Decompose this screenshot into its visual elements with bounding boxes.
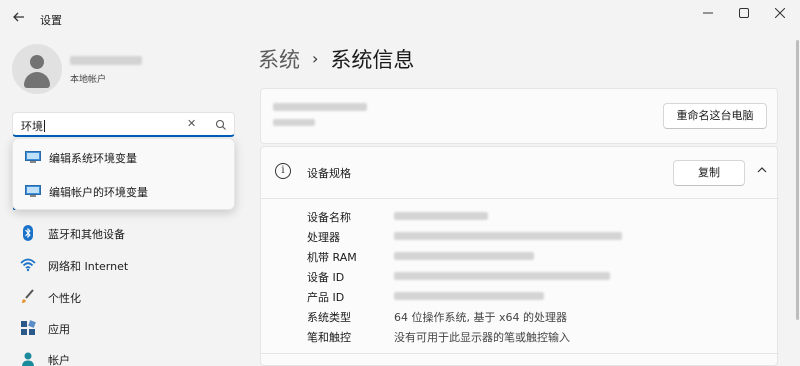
spec-row-processor: 处理器 (307, 227, 777, 247)
scrollbar[interactable] (796, 40, 799, 320)
spec-row-product-id: 产品 ID (307, 287, 777, 307)
breadcrumb-separator: › (312, 49, 319, 68)
rename-pc-button[interactable]: 重命名这台电脑 (663, 103, 767, 129)
system-properties-icon (25, 185, 41, 197)
suggestion-label: 编辑帐户的环境变量 (49, 186, 148, 199)
spec-value: 64 位操作系统, 基于 x64 的处理器 (394, 311, 567, 324)
search-input[interactable]: 环境 ✕ (12, 112, 235, 137)
redacted-value (394, 212, 488, 220)
info-icon: i (275, 163, 291, 179)
spec-key: 设备 ID (307, 271, 345, 284)
specs-header[interactable]: i 设备规格 复制 (261, 147, 779, 199)
redacted-value (394, 252, 534, 260)
spec-row-device-id: 设备 ID (307, 267, 777, 287)
specs-title: 设备规格 (307, 167, 351, 180)
maximize-icon (739, 8, 749, 18)
account-type-label: 本地帐户 (70, 75, 107, 85)
sidebar-item-accounts[interactable]: 帐户 (12, 344, 240, 366)
spec-key: 系统类型 (307, 311, 351, 324)
system-properties-icon (25, 151, 41, 163)
redacted-device-name (273, 103, 367, 111)
page-title: 系统信息 (330, 48, 415, 72)
avatar[interactable] (12, 44, 62, 94)
device-specs-card: i 设备规格 复制 设备名称 处理器 机带 RAM 设备 ID 产品 ID 系统… (260, 146, 779, 366)
avatar-head (30, 55, 44, 69)
spec-value: 没有可用于此显示器的笔或触控输入 (394, 331, 570, 344)
brush-icon (22, 289, 34, 303)
sidebar-item-label: 应用 (48, 323, 70, 336)
close-icon (774, 7, 786, 19)
search-input-value: 环境 (21, 120, 43, 133)
spec-row-ram: 机带 RAM (307, 247, 777, 267)
window-title: 设置 (40, 14, 62, 27)
spec-row-pen-touch: 笔和触控 没有可用于此显示器的笔或触控输入 (307, 327, 777, 347)
spec-key: 设备名称 (307, 211, 351, 224)
redacted-value (394, 292, 544, 300)
copy-button[interactable]: 复制 (673, 160, 745, 186)
chevron-up-icon[interactable] (755, 163, 769, 177)
minimize-button[interactable] (694, 4, 722, 24)
breadcrumb-parent[interactable]: 系统 (258, 48, 300, 72)
suggestion-item[interactable]: 编辑系统环境变量 (13, 141, 236, 173)
spec-key: 产品 ID (307, 291, 345, 304)
sidebar-item-label: 网络和 Internet (48, 260, 129, 273)
spec-row-system-type: 系统类型 64 位操作系统, 基于 x64 的处理器 (307, 307, 777, 327)
sidebar-item-network[interactable]: 网络和 Internet (12, 250, 240, 280)
clear-icon[interactable]: ✕ (187, 117, 196, 130)
spec-key: 处理器 (307, 231, 340, 244)
sidebar-item-personalization[interactable]: 个性化 (12, 282, 240, 312)
maximize-button[interactable] (730, 4, 758, 24)
suggestion-item[interactable]: 编辑帐户的环境变量 (13, 175, 236, 207)
spec-row-device-name: 设备名称 (307, 207, 777, 227)
sidebar-item-label: 蓝牙和其他设备 (48, 228, 125, 241)
redacted-value (394, 272, 610, 280)
spec-key: 笔和触控 (307, 331, 351, 344)
arrow-left-icon (13, 12, 24, 22)
sidebar-item-bluetooth[interactable]: 蓝牙和其他设备 (12, 218, 240, 248)
redacted-value (394, 232, 622, 240)
divider (261, 353, 779, 354)
device-name-card: 重命名这台电脑 (260, 88, 778, 144)
search-icon[interactable] (214, 118, 228, 132)
minimize-icon (703, 12, 713, 14)
breadcrumb: 系统 › 系统信息 (258, 44, 414, 74)
apps-icon (21, 320, 36, 335)
wifi-icon (20, 258, 36, 272)
sidebar-item-label: 帐户 (48, 354, 70, 366)
avatar-body (24, 72, 50, 88)
redacted-device-model (273, 119, 315, 126)
redacted-username (70, 56, 142, 65)
title-bar: 设置 (0, 0, 800, 36)
close-button[interactable] (766, 4, 794, 24)
suggestion-label: 编辑系统环境变量 (49, 152, 137, 165)
sidebar-item-apps[interactable]: 应用 (12, 313, 240, 343)
sidebar-item-label: 个性化 (48, 292, 81, 305)
search-suggestions: 编辑系统环境变量 编辑帐户的环境变量 (12, 138, 235, 210)
bluetooth-icon (23, 225, 33, 241)
spec-key: 机带 RAM (307, 251, 357, 264)
back-button[interactable] (10, 10, 28, 28)
person-icon (22, 352, 34, 366)
